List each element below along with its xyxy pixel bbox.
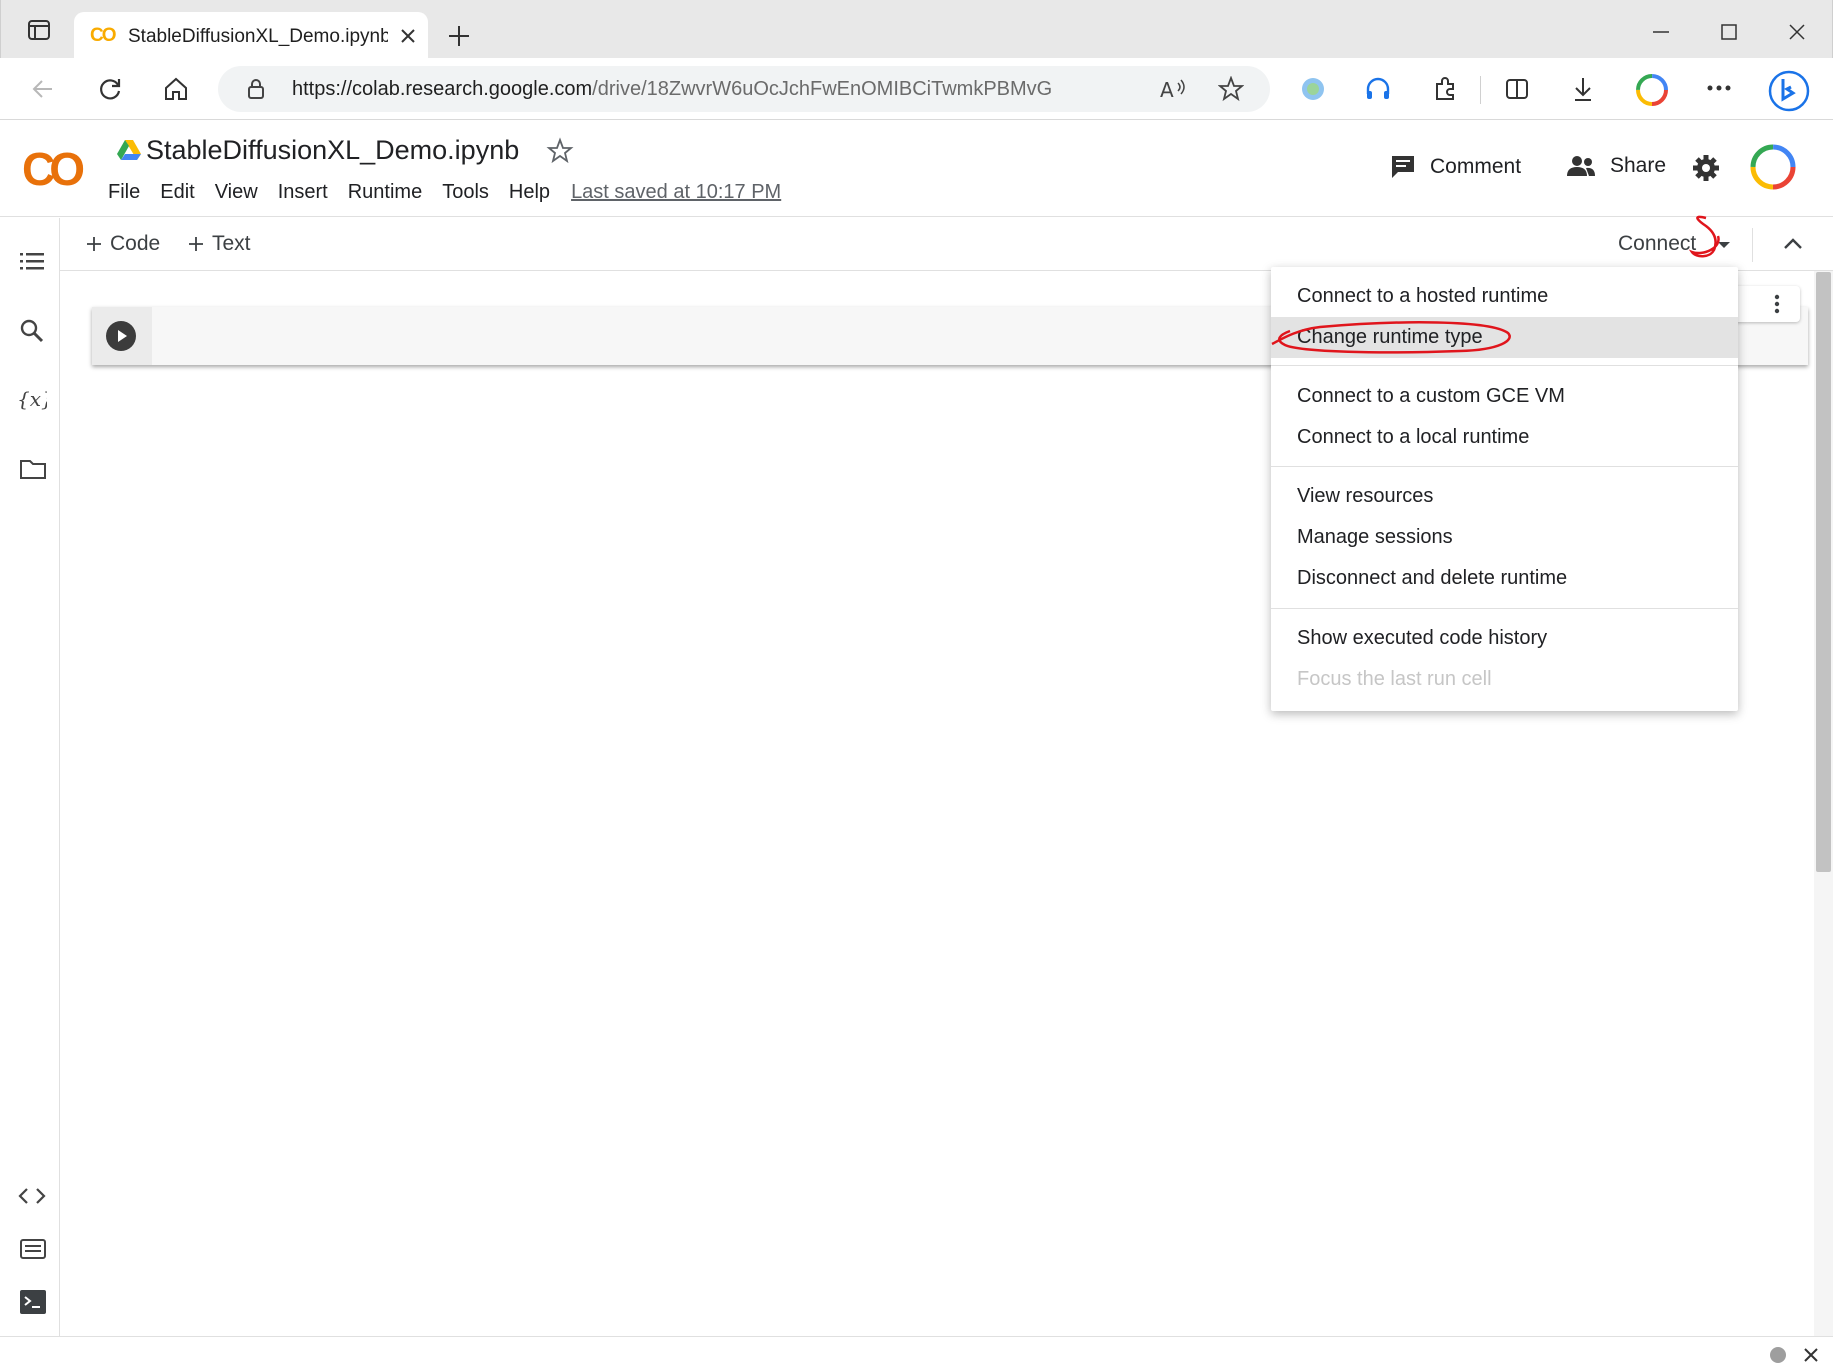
add-code-button[interactable]: Code — [86, 232, 160, 256]
star-notebook-icon[interactable] — [546, 137, 574, 165]
url-text[interactable]: https://colab.research.google.com/drive/… — [292, 78, 1052, 101]
close-window-icon[interactable] — [1787, 22, 1807, 42]
command-palette-icon[interactable] — [20, 1238, 46, 1260]
svg-text:{x}: {x} — [17, 387, 47, 411]
maximize-icon[interactable] — [1719, 22, 1739, 42]
new-tab-icon[interactable] — [447, 24, 471, 48]
menu-file[interactable]: File — [108, 181, 140, 204]
add-code-label: Code — [110, 232, 161, 255]
connect-button[interactable]: Connect — [1618, 232, 1696, 256]
last-saved-link[interactable]: Last saved at 10:17 PM — [571, 181, 781, 204]
extensions-puzzle-icon[interactable] — [1432, 76, 1458, 102]
plus-icon — [188, 236, 204, 252]
connect-dropdown-menu: Connect to a hosted runtime Change runti… — [1271, 267, 1738, 711]
add-text-button[interactable]: Text — [188, 232, 251, 256]
browser-toolbar: https://colab.research.google.com/drive/… — [0, 58, 1833, 120]
google-drive-icon — [116, 138, 142, 162]
notebook-toolbar: Code Text Connect — [60, 218, 1833, 271]
favorite-star-icon[interactable] — [1218, 76, 1244, 102]
menu-bar: File Edit View Insert Runtime Tools Help… — [108, 181, 781, 204]
menu-separator — [1271, 466, 1738, 467]
menu-item-change-runtime-type[interactable]: Change runtime type — [1271, 317, 1738, 358]
comment-icon — [1390, 154, 1416, 180]
comment-label: Comment — [1430, 155, 1522, 178]
left-sidebar: {x} — [0, 218, 60, 1336]
headphones-extension-icon[interactable] — [1364, 76, 1392, 102]
svg-text:A: A — [1160, 78, 1174, 101]
variables-icon[interactable]: {x} — [17, 386, 47, 412]
settings-gear-icon[interactable] — [1692, 154, 1720, 182]
toolbar-divider — [1480, 76, 1481, 104]
browser-title-bar: CO StableDiffusionXL_Demo.ipynb - — [0, 0, 1833, 60]
account-avatar-icon[interactable] — [1748, 142, 1798, 192]
address-bar[interactable]: https://colab.research.google.com/drive/… — [218, 66, 1270, 112]
colab-favicon-icon: CO — [90, 25, 116, 46]
read-aloud-icon[interactable]: A — [1160, 77, 1188, 101]
share-label: Share — [1610, 154, 1667, 177]
bing-copilot-icon[interactable] — [1766, 68, 1812, 114]
close-status-icon[interactable] — [1804, 1348, 1818, 1362]
run-cell-icon[interactable] — [106, 321, 136, 351]
menu-insert[interactable]: Insert — [278, 181, 328, 204]
menu-item-connect-custom-gce-vm[interactable]: Connect to a custom GCE VM — [1271, 376, 1738, 417]
menu-item-connect-local-runtime[interactable]: Connect to a local runtime — [1271, 417, 1738, 458]
menu-help[interactable]: Help — [509, 181, 550, 204]
cell-more-options-icon[interactable] — [1774, 294, 1780, 314]
status-bar — [0, 1336, 1833, 1372]
menu-edit[interactable]: Edit — [160, 181, 194, 204]
scrollbar-thumb[interactable] — [1816, 272, 1831, 872]
notebook-title[interactable]: StableDiffusionXL_Demo.ipynb — [146, 135, 519, 166]
terminal-icon[interactable] — [20, 1290, 46, 1314]
refresh-icon[interactable] — [96, 75, 124, 103]
comment-button[interactable]: Comment — [1390, 154, 1521, 180]
menu-item-connect-hosted-runtime[interactable]: Connect to a hosted runtime — [1271, 276, 1738, 317]
search-icon[interactable] — [20, 319, 44, 343]
menu-item-focus-last-run-cell: Focus the last run cell — [1297, 668, 1492, 690]
menu-item-manage-sessions[interactable]: Manage sessions — [1271, 517, 1738, 558]
tab-title: StableDiffusionXL_Demo.ipynb - — [128, 26, 388, 47]
plus-icon — [86, 236, 102, 252]
share-button[interactable]: Share — [1566, 154, 1666, 178]
menu-separator — [1271, 365, 1738, 366]
close-tab-icon[interactable] — [400, 28, 416, 44]
status-indicator-dot — [1770, 1347, 1786, 1363]
downloads-icon[interactable] — [1570, 75, 1596, 103]
people-icon — [1566, 154, 1596, 178]
menu-runtime[interactable]: Runtime — [348, 181, 422, 204]
more-options-icon[interactable] — [1706, 84, 1732, 92]
colab-header: CO StableDiffusionXL_Demo.ipynb File Edi… — [0, 120, 1833, 217]
table-of-contents-icon[interactable] — [20, 251, 44, 271]
add-text-label: Text — [212, 232, 251, 255]
menu-separator — [1271, 608, 1738, 609]
home-icon[interactable] — [162, 75, 190, 103]
menu-item-show-code-history[interactable]: Show executed code history — [1271, 618, 1738, 659]
menu-tools[interactable]: Tools — [442, 181, 489, 204]
colab-logo[interactable]: CO — [22, 142, 85, 196]
browser-tab[interactable]: CO StableDiffusionXL_Demo.ipynb - — [74, 12, 428, 60]
sidebar-toggle-icon[interactable] — [27, 18, 51, 42]
toolbar-divider — [1752, 228, 1753, 262]
files-folder-icon[interactable] — [20, 458, 46, 480]
minimize-icon[interactable] — [1651, 22, 1671, 42]
menu-item-disconnect-delete-runtime[interactable]: Disconnect and delete runtime — [1271, 558, 1738, 599]
profile-ring-icon[interactable] — [1634, 72, 1670, 108]
menu-item-view-resources[interactable]: View resources — [1271, 476, 1738, 517]
extension-dot-icon[interactable] — [1300, 76, 1326, 102]
lock-icon[interactable] — [246, 78, 266, 100]
connect-dropdown-chevron-icon[interactable] — [1717, 240, 1731, 250]
menu-view[interactable]: View — [215, 181, 258, 204]
code-snippets-icon[interactable] — [18, 1186, 46, 1206]
split-screen-icon[interactable] — [1504, 76, 1530, 102]
back-arrow-icon[interactable] — [30, 76, 56, 102]
collapse-header-chevron-icon[interactable] — [1783, 236, 1803, 250]
